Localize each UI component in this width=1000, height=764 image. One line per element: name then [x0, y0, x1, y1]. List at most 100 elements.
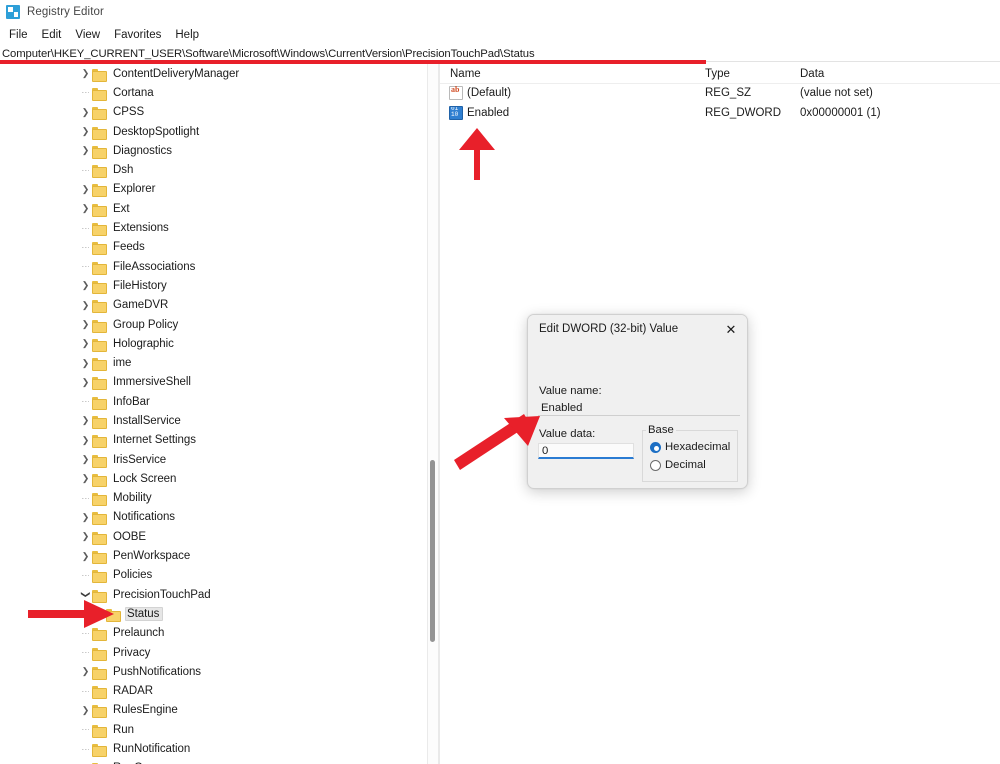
folder-icon	[92, 473, 107, 487]
folder-icon	[92, 126, 107, 140]
tree-connector	[79, 83, 92, 102]
folder-icon	[92, 241, 107, 256]
folder-icon	[92, 704, 107, 719]
tree-item-lock-screen[interactable]: ❯ Lock Screen	[0, 469, 430, 488]
tree-item-ime[interactable]: ❯ ime	[0, 353, 430, 372]
chevron-right-icon[interactable]: ❯	[79, 662, 92, 681]
tree-item-label: Group Policy	[113, 318, 179, 331]
value-name-input[interactable]	[538, 400, 740, 416]
tree-item-contentdeliverymanager[interactable]: ❯ ContentDeliveryManager	[0, 64, 430, 83]
tree-connector	[79, 489, 92, 508]
table-row[interactable]: (Default) REG_SZ (value not set)	[440, 84, 1000, 104]
tree-item-policies[interactable]: Policies	[0, 566, 430, 585]
tree-item-diagnostics[interactable]: ❯ Diagnostics	[0, 141, 430, 160]
chevron-right-icon[interactable]: ❯	[79, 508, 92, 527]
menu-view[interactable]: View	[68, 27, 107, 43]
tree-item-label: PenWorkspace	[113, 550, 191, 563]
tree-item-cortana[interactable]: Cortana	[0, 83, 430, 102]
chevron-right-icon[interactable]: ❯	[79, 450, 92, 469]
tree-item-extensions[interactable]: Extensions	[0, 218, 430, 237]
tree-item-penworkspace[interactable]: ❯ PenWorkspace	[0, 546, 430, 565]
chevron-right-icon[interactable]: ❯	[79, 373, 92, 392]
chevron-right-icon[interactable]: ❯	[79, 547, 92, 566]
tree-item-precisiontouchpad[interactable]: ❯ PrecisionTouchPad	[0, 585, 430, 604]
tree-item-ext[interactable]: ❯ Ext	[0, 199, 430, 218]
chevron-right-icon[interactable]: ❯	[79, 180, 92, 199]
folder-icon	[92, 415, 107, 429]
menu-favorites[interactable]: Favorites	[107, 27, 168, 43]
radio-hexadecimal[interactable]: Hexadecimal	[650, 441, 730, 453]
tree-item-fileassociations[interactable]: FileAssociations	[0, 257, 430, 276]
tree-item-label: ContentDeliveryManager	[113, 67, 240, 80]
chevron-right-icon[interactable]: ❯	[79, 141, 92, 160]
column-header-type[interactable]: Type	[705, 68, 730, 80]
chevron-right-icon[interactable]: ❯	[79, 354, 92, 373]
tree-connector	[79, 643, 92, 662]
menu-edit[interactable]: Edit	[35, 27, 69, 43]
tree-item-irisservice[interactable]: ❯ IrisService	[0, 450, 430, 469]
tree-item-immersiveshell[interactable]: ❯ ImmersiveShell	[0, 373, 430, 392]
tree-item-notifications[interactable]: ❯ Notifications	[0, 508, 430, 527]
tree-item-holographic[interactable]: ❯ Holographic	[0, 334, 430, 353]
chevron-right-icon[interactable]: ❯	[79, 122, 92, 141]
tree-item-mobility[interactable]: Mobility	[0, 489, 430, 508]
tree-item-feeds[interactable]: Feeds	[0, 238, 430, 257]
chevron-right-icon[interactable]: ❯	[79, 431, 92, 450]
tree-item-label: Internet Settings	[113, 434, 196, 447]
tree-item-label: Run	[113, 723, 134, 736]
tree-item-run[interactable]: Run	[0, 720, 430, 739]
chevron-right-icon[interactable]: ❯	[79, 527, 92, 546]
tree-item-label: Feeds	[113, 241, 145, 254]
registry-key-tree[interactable]: ❯ ContentDeliveryManager Cortana ❯ CPSS ❯ Desk…	[0, 64, 430, 764]
tree-item-filehistory[interactable]: ❯ FileHistory	[0, 276, 430, 295]
menu-file[interactable]: File	[2, 27, 35, 43]
tree-item-desktopspotlight[interactable]: ❯ DesktopSpotlight	[0, 122, 430, 141]
chevron-right-icon[interactable]: ❯	[79, 276, 92, 295]
tree-item-label: RADAR	[113, 685, 154, 698]
tree-item-rulesengine[interactable]: ❯ RulesEngine	[0, 701, 430, 720]
folder-icon	[92, 222, 107, 237]
folder-icon	[92, 724, 107, 738]
menu-help[interactable]: Help	[168, 27, 206, 43]
tree-item-radar[interactable]: RADAR	[0, 682, 430, 701]
chevron-right-icon[interactable]: ❯	[79, 469, 92, 488]
tree-item-runnotification[interactable]: RunNotification	[0, 739, 430, 758]
chevron-right-icon[interactable]: ❯	[79, 103, 92, 122]
tree-item-label: Notifications	[113, 511, 175, 524]
folder-icon	[92, 627, 107, 642]
tree-item-cpss[interactable]: ❯ CPSS	[0, 103, 430, 122]
chevron-right-icon[interactable]: ❯	[79, 411, 92, 430]
tree-item-infobar[interactable]: InfoBar	[0, 392, 430, 411]
tree-item-privacy[interactable]: Privacy	[0, 643, 430, 662]
tree-item-explorer[interactable]: ❯ Explorer	[0, 180, 430, 199]
tree-item-dsh[interactable]: Dsh	[0, 160, 430, 179]
chevron-right-icon[interactable]: ❯	[79, 64, 92, 83]
tree-item-group-policy[interactable]: ❯ Group Policy	[0, 315, 430, 334]
folder-icon	[92, 357, 107, 372]
tree-item-status[interactable]: Status	[0, 604, 430, 623]
tree-item-pushnotifications[interactable]: ❯ PushNotifications	[0, 662, 430, 681]
folder-icon	[92, 647, 107, 661]
value-data-input[interactable]	[538, 443, 634, 459]
base-groupbox	[642, 430, 738, 482]
chevron-right-icon[interactable]: ❯	[79, 334, 92, 353]
radio-decimal[interactable]: Decimal	[650, 459, 706, 471]
tree-item-gamedvr[interactable]: ❯ GameDVR	[0, 296, 430, 315]
tree-item-prelaunch[interactable]: Prelaunch	[0, 624, 430, 643]
column-header-data[interactable]: Data	[800, 68, 824, 80]
chevron-right-icon[interactable]: ❯	[79, 296, 92, 315]
close-icon[interactable]: ✕	[715, 315, 747, 345]
table-row[interactable]: Enabled REG_DWORD 0x00000001 (1)	[440, 104, 1000, 124]
tree-item-internet-settings[interactable]: ❯ Internet Settings	[0, 431, 430, 450]
tree-item-runonce[interactable]: RunOnce	[0, 759, 430, 764]
chevron-right-icon[interactable]: ❯	[79, 701, 92, 720]
tree-scrollbar-thumb[interactable]	[430, 460, 435, 642]
tree-item-oobe[interactable]: ❯ OOBE	[0, 527, 430, 546]
chevron-right-icon[interactable]: ❯	[79, 199, 92, 218]
column-header-name[interactable]: Name	[450, 68, 481, 80]
tree-item-installservice[interactable]: ❯ InstallService	[0, 411, 430, 430]
folder-icon	[92, 434, 107, 449]
chevron-right-icon[interactable]: ❯	[79, 315, 92, 334]
folder-icon	[106, 608, 121, 622]
tree-scrollbar-track[interactable]	[427, 64, 438, 764]
